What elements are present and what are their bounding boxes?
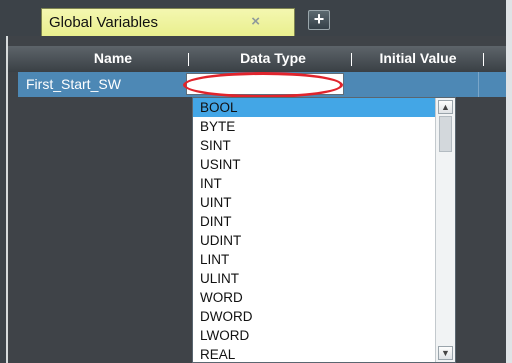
dropdown-option-int[interactable]: INT [193,174,435,193]
dropdown-option-word[interactable]: WORD [193,288,435,307]
dropdown-scrollbar[interactable]: ▲ ▼ [435,98,455,362]
dropdown-option-dword[interactable]: DWORD [193,307,435,326]
dropdown-option-usint[interactable]: USINT [193,155,435,174]
dropdown-option-ulint[interactable]: ULINT [193,269,435,288]
dropdown-option-byte[interactable]: BYTE [193,117,435,136]
scrollbar-thumb[interactable] [439,116,452,152]
dropdown-option-bool[interactable]: BOOL [193,98,435,117]
tab-global-variables[interactable]: Global Variables × [41,8,295,36]
add-tab-button[interactable]: + [308,10,330,30]
right-edge [506,0,512,363]
column-header-initial-value[interactable]: Initial Value [368,50,468,66]
cell-divider [478,72,479,97]
dropdown-option-real[interactable]: REAL [193,345,435,362]
editor-window: Global Variables × + Name Data Type Init… [0,0,512,363]
chevron-up-icon[interactable]: ▲ [438,100,453,114]
dropdown-option-sint[interactable]: SINT [193,136,435,155]
plus-icon: + [313,9,325,29]
dropdown-option-lword[interactable]: LWORD [193,326,435,345]
dropdown-option-lint[interactable]: LINT [193,250,435,269]
column-divider [483,53,484,66]
tab-bar: Global Variables × + [6,0,506,36]
dropdown-option-uint[interactable]: UINT [193,193,435,212]
column-header-name[interactable]: Name [78,50,148,66]
dropdown-option-dint[interactable]: DINT [193,212,435,231]
close-icon[interactable]: × [251,13,260,30]
chevron-down-icon[interactable]: ▼ [438,346,453,360]
tab-label: Global Variables [49,14,158,31]
table-header: Name Data Type Initial Value [8,46,506,72]
data-type-dropdown[interactable]: BOOL BYTE SINT USINT INT UINT DINT UDINT… [192,97,456,363]
variable-name-cell[interactable]: First_Start_SW [26,76,121,92]
dropdown-option-udint[interactable]: UDINT [193,231,435,250]
column-header-data-type[interactable]: Data Type [223,50,323,66]
annotation-ellipse [183,72,343,98]
column-divider [188,53,189,66]
column-divider [351,53,352,66]
